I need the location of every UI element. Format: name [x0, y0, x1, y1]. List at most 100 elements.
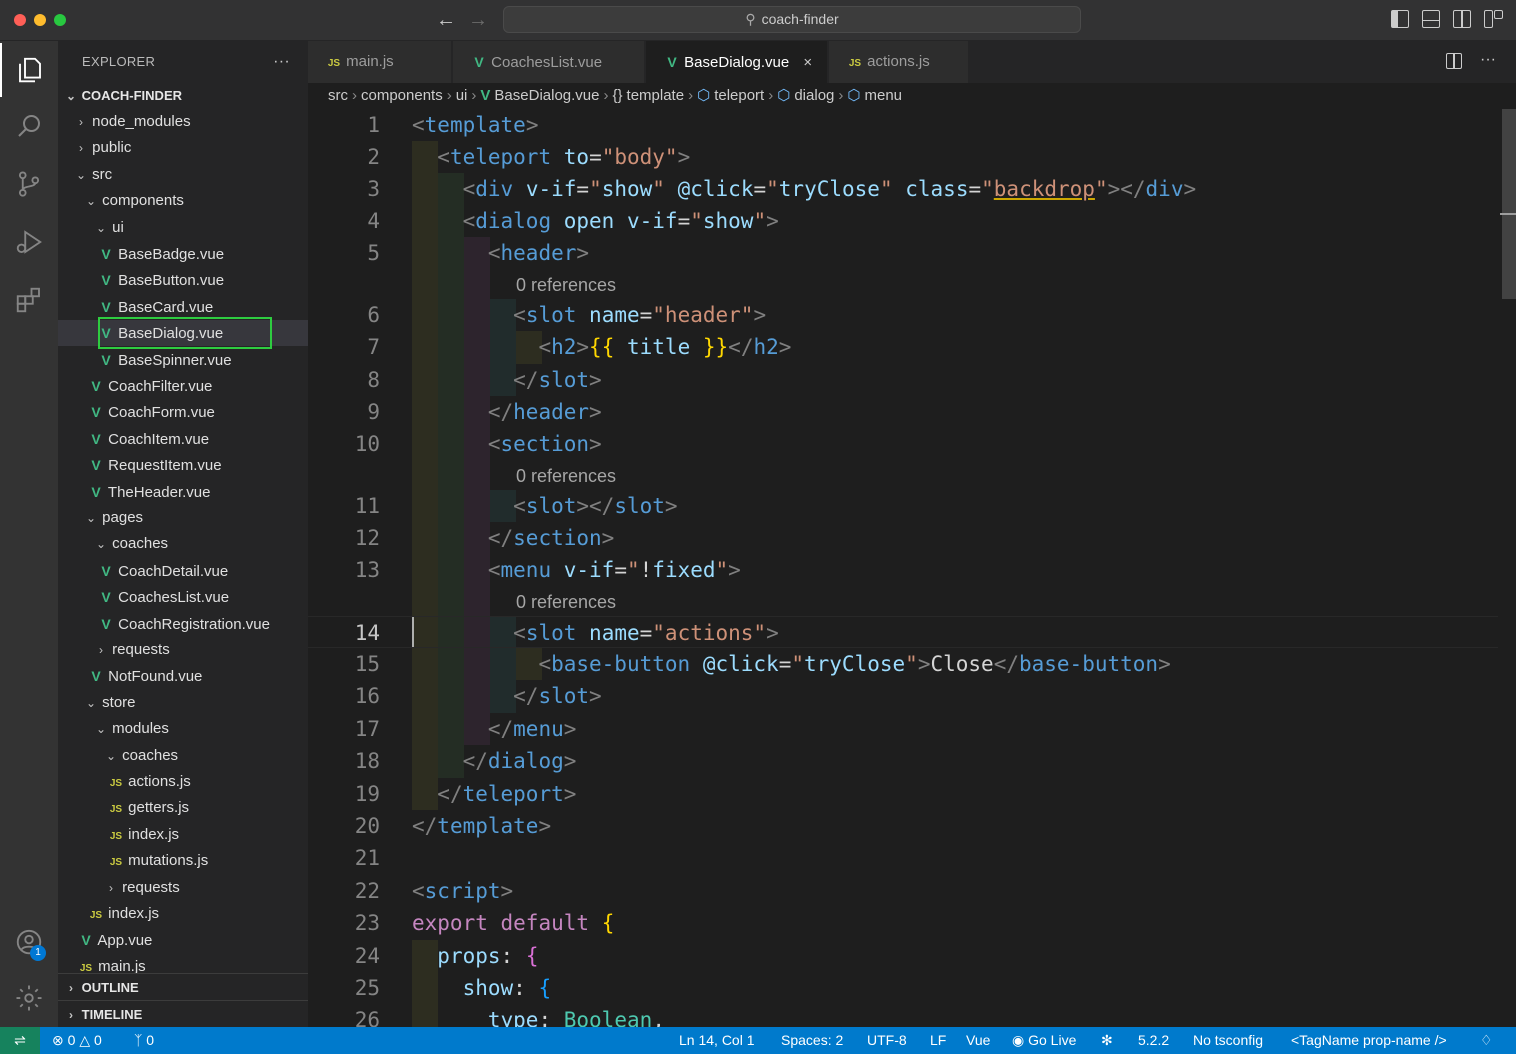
go-live-button[interactable]: ◉ Go Live [1012, 1027, 1076, 1054]
file-theheader-vue[interactable]: V TheHeader.vue [58, 479, 308, 505]
file-mutations-js[interactable]: JS mutations.js [58, 848, 308, 874]
tree-item-label: index.js [128, 825, 180, 843]
file-index-js[interactable]: JS index.js [58, 901, 308, 927]
file-coachdetail-vue[interactable]: V CoachDetail.vue [58, 558, 308, 584]
breadcrumb-item[interactable]: ui [456, 87, 468, 104]
explorer-icon[interactable] [0, 43, 58, 97]
timeline-section[interactable]: › TIMELINE [58, 1000, 308, 1027]
language-mode[interactable]: Vue [966, 1027, 990, 1054]
breadcrumb-item[interactable]: components [361, 87, 443, 104]
account-icon[interactable]: 1 [0, 915, 58, 969]
file-getters-js[interactable]: JS getters.js [58, 795, 308, 821]
more-actions-icon[interactable]: ··· [1480, 51, 1496, 69]
problems-indicator[interactable]: ⊗ 0 △ 0 [52, 1027, 102, 1054]
notifications-bell-icon[interactable]: ♢ [1480, 1027, 1493, 1054]
chevron-down-icon: ⌄ [85, 194, 97, 209]
folder-components[interactable]: ⌄ components [58, 188, 308, 214]
close-tab-icon[interactable]: × [803, 54, 812, 71]
breadcrumb-item[interactable]: src [328, 87, 348, 104]
file-coachitem-vue[interactable]: V CoachItem.vue [58, 426, 308, 452]
tag-name-casing[interactable]: <TagName prop-name /> [1291, 1027, 1447, 1054]
tab-main-js[interactable]: JS main.js [308, 41, 452, 83]
file-basebadge-vue[interactable]: V BaseBadge.vue [58, 241, 308, 267]
code-text: <menu v-if="!fixed"> [487, 558, 741, 582]
split-editor-icon[interactable] [1446, 53, 1463, 69]
folder-pages[interactable]: ⌄ pages [58, 505, 308, 531]
tab-coacheslist-vue[interactable]: V CoachesList.vue [453, 41, 645, 83]
codelens-references[interactable]: 0 references [516, 270, 616, 300]
tab-label: CoachesList.vue [491, 54, 603, 71]
folder-modules[interactable]: ⌄ modules [58, 716, 308, 742]
file-coacheslist-vue[interactable]: V CoachesList.vue [58, 584, 308, 610]
remote-indicator-icon[interactable]: ⇌ [0, 1027, 40, 1054]
folder-requests[interactable]: › requests [58, 637, 308, 663]
search-icon[interactable] [0, 99, 58, 153]
file-basecard-vue[interactable]: V BaseCard.vue [58, 294, 308, 320]
tsconfig-status[interactable]: No tsconfig [1193, 1027, 1263, 1054]
run-debug-icon[interactable] [0, 215, 58, 269]
back-arrow-icon[interactable]: ← [436, 9, 456, 32]
folder-ui[interactable]: ⌄ ui [58, 215, 308, 241]
line-ending[interactable]: LF [930, 1027, 946, 1054]
cursor-position[interactable]: Ln 14, Col 1 [679, 1027, 755, 1054]
breadcrumb-item[interactable]: BaseDialog.vue [494, 87, 599, 104]
code-editor[interactable]: 1 <template> 2 <teleport to="body"> 3 <di… [308, 109, 1516, 1027]
folder-coaches[interactable]: ⌄ coaches [58, 743, 308, 769]
code-line: 21 [308, 842, 1498, 874]
toggle-secondary-sidebar-icon[interactable] [1453, 10, 1471, 28]
forward-arrow-icon[interactable]: → [468, 9, 488, 32]
tab-basedialog-vue[interactable]: V BaseDialog.vue × [646, 41, 828, 83]
folder-requests[interactable]: › requests [58, 875, 308, 901]
outline-section[interactable]: › OUTLINE [58, 973, 308, 1000]
customize-layout-icon[interactable] [1484, 10, 1503, 28]
folder-coaches[interactable]: ⌄ coaches [58, 531, 308, 557]
typescript-version[interactable]: 5.2.2 [1138, 1027, 1169, 1054]
indentation[interactable]: Spaces: 2 [781, 1027, 843, 1054]
chevron-down-icon: ⌄ [85, 695, 97, 710]
folder-store[interactable]: ⌄ store [58, 690, 308, 716]
code-text: <slot name="header"> [513, 303, 767, 327]
file-notfound-vue[interactable]: V NotFound.vue [58, 663, 308, 689]
extensions-icon[interactable] [0, 273, 58, 327]
folder-public[interactable]: › public [58, 135, 308, 161]
settings-icon[interactable] [0, 971, 58, 1025]
breadcrumb-item[interactable]: template [627, 87, 685, 104]
minimize-window-button[interactable] [34, 14, 46, 26]
codelens-references[interactable]: 0 references [516, 461, 616, 491]
breadcrumb-item[interactable]: teleport [714, 87, 764, 104]
vue-file-icon: V [101, 351, 111, 368]
toggle-primary-sidebar-icon[interactable] [1391, 10, 1409, 28]
folder-node-modules[interactable]: › node_modules [58, 109, 308, 135]
breadcrumb-item[interactable]: dialog [794, 87, 834, 104]
toggle-panel-icon[interactable] [1422, 10, 1440, 28]
file-actions-js[interactable]: JS actions.js [58, 769, 308, 795]
element-icon: ⬡ [697, 87, 711, 104]
file-basespinner-vue[interactable]: V BaseSpinner.vue [58, 347, 308, 373]
more-actions-icon[interactable]: ··· [273, 41, 290, 83]
codelens-references[interactable]: 0 references [516, 587, 616, 617]
close-window-button[interactable] [14, 14, 26, 26]
encoding[interactable]: UTF-8 [867, 1027, 907, 1054]
file-app-vue[interactable]: V App.vue [58, 927, 308, 953]
editor-scrollbar[interactable] [1500, 109, 1516, 1027]
code-line: 15 <base-button @click="tryClose">Close<… [308, 648, 1498, 680]
code-line: 17 </menu> [308, 713, 1498, 745]
scrollbar-thumb[interactable] [1502, 109, 1516, 299]
file-index-js[interactable]: JS index.js [58, 822, 308, 848]
code-line: 6 <slot name="header"> [308, 299, 1498, 331]
project-root[interactable]: ⌄ COACH-FINDER [58, 83, 308, 109]
breadcrumb-item[interactable]: menu [865, 87, 903, 104]
file-requestitem-vue[interactable]: V RequestItem.vue [58, 452, 308, 478]
explorer-title: EXPLORER [82, 54, 156, 69]
prettier-icon[interactable]: ✻ [1101, 1027, 1113, 1054]
source-control-icon[interactable] [0, 157, 58, 211]
file-coachregistration-vue[interactable]: V CoachRegistration.vue [58, 611, 308, 637]
ports-indicator[interactable]: ᛉ 0 [134, 1027, 154, 1054]
command-center-search[interactable]: ⚲ coach-finder [503, 6, 1081, 33]
zoom-window-button[interactable] [54, 14, 66, 26]
tab-actions-js[interactable]: JS actions.js [829, 41, 969, 83]
file-coachfilter-vue[interactable]: V CoachFilter.vue [58, 373, 308, 399]
file-basebutton-vue[interactable]: V BaseButton.vue [58, 267, 308, 293]
file-coachform-vue[interactable]: V CoachForm.vue [58, 399, 308, 425]
folder-src[interactable]: ⌄ src [58, 162, 308, 188]
